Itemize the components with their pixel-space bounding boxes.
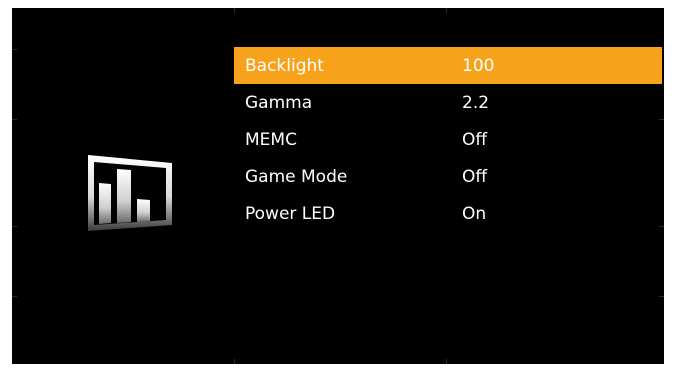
setting-label: MEMC [245, 130, 297, 150]
setting-row-game-mode[interactable]: Game Mode Off [234, 158, 662, 195]
setting-row-power-led[interactable]: Power LED On [234, 195, 662, 232]
setting-label: Backlight [245, 56, 324, 76]
left-tick [12, 296, 17, 297]
setting-value: 100 [462, 56, 495, 76]
bottom-tick [446, 359, 447, 364]
settings-list: Backlight 100 Gamma 2.2 MEMC Off Game Mo… [234, 47, 662, 232]
osd-menu-panel: Backlight 100 Gamma 2.2 MEMC Off Game Mo… [12, 8, 664, 364]
setting-row-memc[interactable]: MEMC Off [234, 121, 662, 158]
bottom-tick [234, 359, 235, 364]
setting-value: 2.2 [462, 93, 490, 113]
top-tick [234, 8, 235, 13]
setting-label: Power LED [245, 204, 336, 224]
setting-row-gamma[interactable]: Gamma 2.2 [234, 84, 662, 121]
top-tick [446, 8, 447, 13]
left-tick [12, 226, 17, 227]
left-tick [12, 119, 17, 120]
setting-value: Off [462, 130, 488, 150]
bar-chart-display-icon [86, 153, 174, 233]
right-tick [659, 296, 664, 297]
setting-value: Off [462, 167, 488, 187]
setting-label: Gamma [245, 93, 313, 113]
setting-value: On [462, 204, 487, 224]
left-tick [12, 49, 17, 50]
setting-row-backlight[interactable]: Backlight 100 [234, 47, 662, 84]
setting-label: Game Mode [245, 167, 348, 187]
